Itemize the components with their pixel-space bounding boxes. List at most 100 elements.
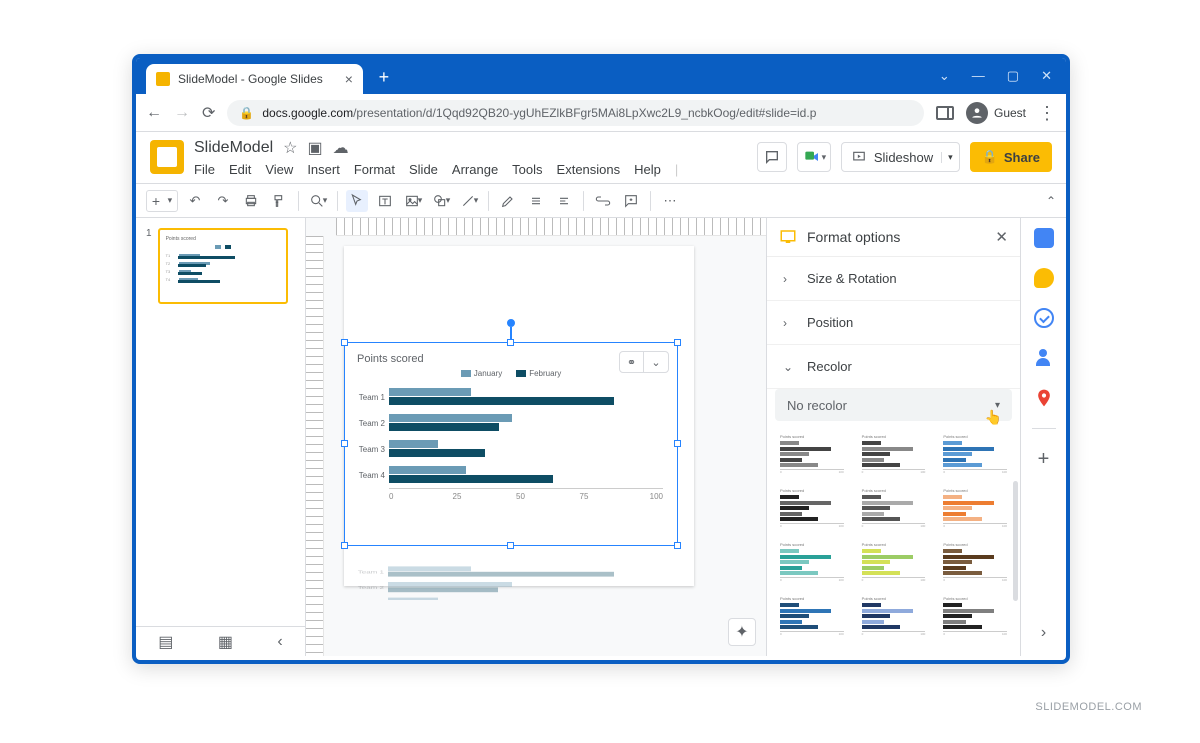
window-controls: ⌄ — ▢ ✕	[939, 68, 1066, 94]
filmstrip-view-icon[interactable]: ▤	[158, 632, 173, 652]
back-icon[interactable]: ←	[146, 104, 162, 122]
recolor-swatch[interactable]: Points scored0100	[938, 537, 1012, 583]
keep-icon[interactable]	[1034, 268, 1054, 288]
recolor-swatch[interactable]: Points scored0100	[775, 429, 849, 475]
menu-edit[interactable]: Edit	[229, 162, 251, 177]
recolor-dropdown[interactable]: No recolor ▾ 👆	[775, 389, 1012, 421]
menu-insert[interactable]: Insert	[307, 162, 340, 177]
menu-tools[interactable]: Tools	[512, 162, 542, 177]
unlink-button[interactable]	[525, 190, 547, 212]
image-tool[interactable]: ▾	[402, 190, 424, 212]
minimize-icon[interactable]: —	[972, 68, 985, 84]
zoom-button[interactable]: ▾	[307, 190, 329, 212]
rotate-handle[interactable]	[507, 319, 515, 327]
meet-button[interactable]: ▾	[797, 142, 831, 172]
collapse-toolbar-icon[interactable]: ⌃	[1046, 194, 1056, 208]
browser-menu-icon[interactable]: ⋮	[1038, 108, 1056, 118]
chart-object[interactable]: ⚭⌄ Points scored January February Team 1…	[344, 342, 678, 546]
comments-button[interactable]	[757, 142, 787, 172]
share-button[interactable]: 🔒 Share	[970, 142, 1052, 172]
collapse-thumbs-icon[interactable]: ‹	[277, 633, 282, 651]
menu-help[interactable]: Help	[634, 162, 661, 177]
menu-format[interactable]: Format	[354, 162, 395, 177]
contacts-icon[interactable]	[1034, 348, 1054, 368]
move-icon[interactable]: ▣	[308, 138, 323, 158]
close-window-icon[interactable]: ✕	[1041, 68, 1052, 84]
link-icon[interactable]: ⚭	[620, 352, 644, 372]
calendar-icon[interactable]	[1034, 228, 1054, 248]
chart-link-controls[interactable]: ⚭⌄	[619, 351, 669, 373]
recolor-swatch[interactable]: Points scored0100	[775, 483, 849, 529]
new-tab-button[interactable]: +	[371, 64, 397, 90]
scrollbar[interactable]	[1013, 481, 1018, 601]
recolor-swatch[interactable]: Points scored0100	[775, 537, 849, 583]
open-source-button[interactable]	[553, 190, 575, 212]
recolor-swatch[interactable]: Points scored0100	[857, 429, 931, 475]
recolor-swatch[interactable]: Points scored0100	[938, 429, 1012, 475]
redo-button[interactable]: ↷	[212, 190, 234, 212]
resize-handle[interactable]	[341, 440, 348, 447]
link-button[interactable]	[592, 190, 614, 212]
sidepanel-icon[interactable]	[936, 106, 954, 120]
section-recolor[interactable]: ⌄Recolor	[767, 345, 1020, 389]
undo-button[interactable]: ↶	[184, 190, 206, 212]
recolor-swatch[interactable]: Points scored0100	[775, 591, 849, 637]
doc-title[interactable]: SlideModel	[194, 139, 273, 157]
chevron-down-icon[interactable]: ⌄	[939, 68, 950, 84]
canvas[interactable]: ⚭⌄ Points scored January February Team 1…	[306, 218, 766, 656]
hide-sidebar-icon[interactable]: ›	[1034, 624, 1054, 644]
select-tool[interactable]	[346, 190, 368, 212]
resize-handle[interactable]	[507, 339, 514, 346]
slide-thumbnail[interactable]: 1 Points scored T1T2T3T4	[146, 228, 295, 304]
resize-handle[interactable]	[341, 542, 348, 549]
resize-handle[interactable]	[674, 440, 681, 447]
slideshow-button[interactable]: Slideshow ▾	[841, 142, 960, 172]
section-size-rotation[interactable]: ›Size & Rotation	[767, 257, 1020, 301]
menu-view[interactable]: View	[265, 162, 293, 177]
recolor-swatch[interactable]: Points scored0100	[857, 537, 931, 583]
url-input[interactable]: 🔒 docs.google.com/presentation/d/1Qqd92Q…	[227, 100, 924, 126]
vertical-ruler	[306, 236, 324, 656]
menu-slide[interactable]: Slide	[409, 162, 438, 177]
share-label: Share	[1004, 150, 1040, 165]
profile-chip[interactable]: Guest	[966, 102, 1026, 124]
panel-title: Format options	[807, 229, 985, 245]
reload-icon[interactable]: ⟳	[202, 103, 215, 123]
slides-logo[interactable]	[150, 140, 184, 174]
recolor-swatch[interactable]: Points scored0100	[857, 483, 931, 529]
recolor-swatch[interactable]: Points scored0100	[938, 483, 1012, 529]
resize-handle[interactable]	[507, 542, 514, 549]
close-panel-icon[interactable]: ✕	[995, 228, 1008, 246]
grid-view-icon[interactable]: ▦	[218, 632, 233, 652]
menu-arrange[interactable]: Arrange	[452, 162, 498, 177]
resize-handle[interactable]	[674, 542, 681, 549]
tasks-icon[interactable]	[1034, 308, 1054, 328]
browser-tab[interactable]: SlideModel - Google Slides ×	[146, 64, 363, 94]
comment-button[interactable]	[620, 190, 642, 212]
chevron-down-icon[interactable]: ⌄	[644, 352, 668, 372]
resize-handle[interactable]	[674, 339, 681, 346]
menu-file[interactable]: File	[194, 162, 215, 177]
recolor-swatch[interactable]: Points scored0100	[857, 591, 931, 637]
cloud-icon[interactable]: ☁	[333, 138, 349, 158]
new-slide-button[interactable]: +▾	[146, 190, 178, 212]
more-tools-button[interactable]: ⋯	[659, 190, 681, 212]
maximize-icon[interactable]: ▢	[1007, 68, 1019, 84]
explore-button[interactable]: ✦	[728, 618, 756, 646]
textbox-tool[interactable]	[374, 190, 396, 212]
shape-tool[interactable]: ▾	[430, 190, 452, 212]
print-button[interactable]	[240, 190, 262, 212]
add-addon-button[interactable]: +	[1034, 449, 1054, 469]
maps-icon[interactable]	[1034, 388, 1054, 408]
close-tab-icon[interactable]: ×	[345, 71, 353, 87]
chart-plot: Team 1Team 2Team 3Team 40255075100	[345, 384, 677, 501]
menu-extensions[interactable]: Extensions	[557, 162, 621, 177]
line-tool[interactable]: ▾	[458, 190, 480, 212]
forward-icon[interactable]: →	[174, 104, 190, 122]
resize-handle[interactable]	[341, 339, 348, 346]
star-icon[interactable]: ☆	[283, 138, 297, 158]
edit-link-button[interactable]	[497, 190, 519, 212]
recolor-swatch[interactable]: Points scored0100	[938, 591, 1012, 637]
paint-format-button[interactable]	[268, 190, 290, 212]
section-position[interactable]: ›Position	[767, 301, 1020, 345]
